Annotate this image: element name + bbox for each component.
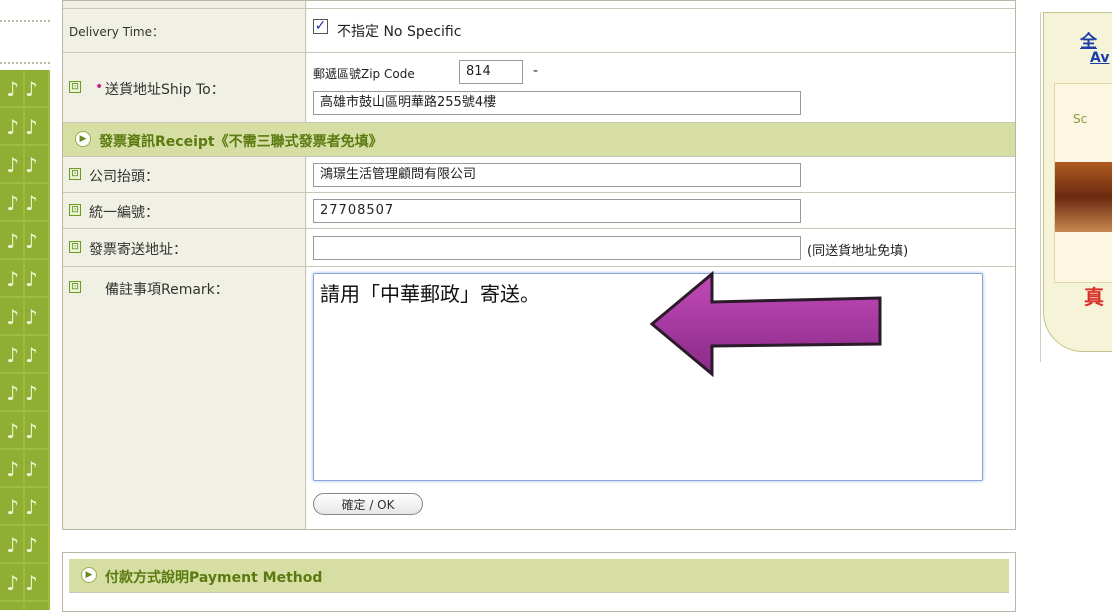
delivery-time-label: Delivery Time： bbox=[69, 25, 164, 39]
company-label: 公司抬頭： bbox=[89, 169, 159, 185]
receipt-section-header: ▶ 發票資訊Receipt《不需三聯式發票者免填》 bbox=[63, 123, 1015, 157]
ship-to-label-cell: ⊡ • 送貨地址Ship To： bbox=[63, 53, 306, 122]
ship-to-label: 送貨地址Ship To： bbox=[105, 82, 225, 98]
banner-logo: Sc bbox=[1073, 112, 1088, 126]
order-form: Delivery Time： ✓ 不指定 No Specific ⊡ • 送貨地… bbox=[62, 0, 1016, 530]
invoice-address-row: ⊡ 發票寄送地址： (同送貨地址免填) bbox=[63, 229, 1015, 267]
banner-red-text: 真 bbox=[1084, 285, 1104, 309]
no-specific-label: 不指定 No Specific bbox=[337, 24, 462, 40]
music-note-icon: ♪♪ ♪♪ ♪♪ ♪♪ ♪♪ ♪♪ ♪♪ ♪♪ ♪♪ ♪♪ ♪♪ ♪♪ ♪♪ ♪… bbox=[6, 77, 44, 595]
expand-icon: ⊡ bbox=[69, 241, 81, 253]
section-arrow-icon: ▶ bbox=[81, 567, 97, 583]
required-dot-icon: • bbox=[95, 79, 104, 95]
no-specific-checkbox[interactable]: ✓ bbox=[313, 19, 328, 34]
invoice-address-note: (同送貨地址免填) bbox=[807, 244, 909, 259]
ship-to-row: ⊡ • 送貨地址Ship To： 郵遞區號Zip Code 814 - 高雄市鼓… bbox=[63, 53, 1015, 123]
banner-link[interactable]: 全 bbox=[1080, 27, 1097, 52]
company-input[interactable]: 鴻璟生活管理顧問有限公司 bbox=[313, 163, 801, 187]
zip-code-label: 郵遞區號Zip Code bbox=[313, 67, 415, 81]
banner-photo[interactable] bbox=[1055, 162, 1112, 232]
invoice-address-input[interactable] bbox=[313, 236, 801, 260]
tax-id-row: ⊡ 統一編號： 27708507 bbox=[63, 193, 1015, 229]
delivery-time-label-cell: Delivery Time： bbox=[63, 9, 306, 52]
section-arrow-icon: ▶ bbox=[75, 131, 91, 147]
ok-button[interactable]: 確定 / OK bbox=[313, 493, 423, 515]
banner-image-frame: Sc bbox=[1054, 83, 1112, 283]
payment-section-header: ▶ 付款方式說明Payment Method bbox=[69, 559, 1009, 593]
expand-icon: ⊡ bbox=[69, 81, 81, 93]
expand-icon: ⊡ bbox=[69, 168, 81, 180]
dotted-divider bbox=[0, 20, 50, 22]
cropped-row bbox=[63, 1, 1015, 9]
banner-box: 全 Av Sc 真 bbox=[1043, 12, 1112, 352]
zip-code-input[interactable]: 814 bbox=[459, 60, 523, 84]
right-banner: 全 Av Sc 真 bbox=[1040, 12, 1112, 362]
expand-icon: ⊡ bbox=[69, 281, 81, 293]
delivery-time-row: Delivery Time： ✓ 不指定 No Specific bbox=[63, 9, 1015, 53]
payment-method-box: ▶ 付款方式說明Payment Method bbox=[62, 552, 1016, 612]
expand-icon: ⊡ bbox=[69, 204, 81, 216]
left-decoration: ♪♪ ♪♪ ♪♪ ♪♪ ♪♪ ♪♪ ♪♪ ♪♪ ♪♪ ♪♪ ♪♪ ♪♪ ♪♪ ♪… bbox=[0, 0, 52, 610]
arrow-annotation-icon bbox=[649, 270, 882, 378]
dotted-divider bbox=[0, 62, 50, 64]
receipt-section-title: 發票資訊Receipt《不需三聯式發票者免填》 bbox=[99, 134, 383, 150]
company-row: ⊡ 公司抬頭： 鴻璟生活管理顧問有限公司 bbox=[63, 157, 1015, 193]
zip-code-dash: - bbox=[533, 63, 539, 79]
banner-link[interactable]: Av bbox=[1090, 50, 1109, 66]
invoice-address-label: 發票寄送地址： bbox=[89, 242, 187, 258]
tax-id-input[interactable]: 27708507 bbox=[313, 199, 801, 223]
address-input[interactable]: 高雄市鼓山區明華路255號4樓 bbox=[313, 91, 801, 115]
payment-section-title: 付款方式說明Payment Method bbox=[105, 570, 323, 586]
tax-id-label: 統一編號： bbox=[89, 205, 159, 221]
remark-label: 備註事項Remark： bbox=[105, 282, 229, 298]
